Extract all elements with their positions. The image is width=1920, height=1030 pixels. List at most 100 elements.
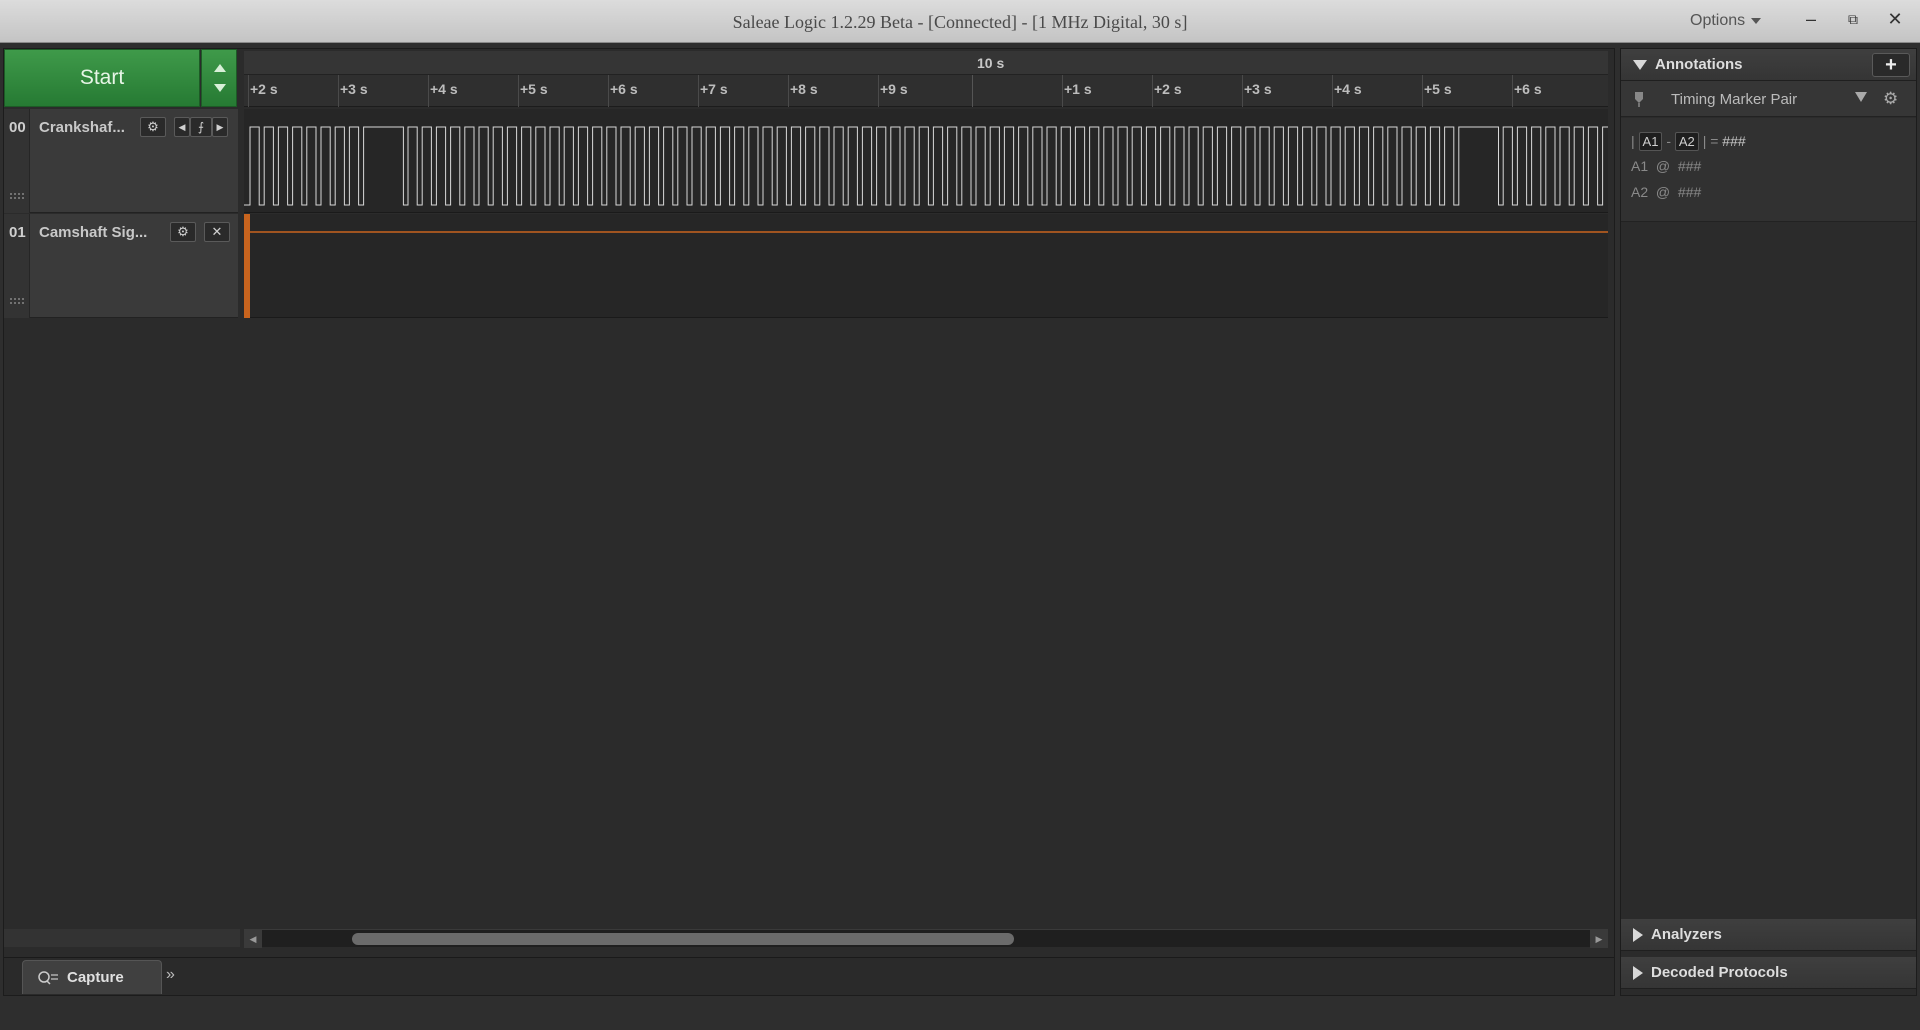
analyzers-header[interactable]: Analyzers xyxy=(1621,919,1916,951)
arrow-down-icon[interactable] xyxy=(214,84,226,92)
channel-list-footer xyxy=(4,929,240,947)
prev-edge-icon[interactable]: ◀ xyxy=(174,117,190,137)
a2-label: A2 xyxy=(1631,184,1649,200)
close-button[interactable]: ✕ xyxy=(1874,0,1916,38)
ruler-tick-label: +7 s xyxy=(700,81,728,97)
ruler-tick-label: +8 s xyxy=(790,81,818,97)
diff-value: ### xyxy=(1722,133,1746,149)
arrow-up-icon[interactable] xyxy=(214,64,226,72)
ruler-tick xyxy=(1152,75,1153,107)
waveform-crankshaft[interactable] xyxy=(244,109,1613,213)
waveform-camshaft[interactable] xyxy=(244,214,1608,318)
analyzers-title: Analyzers xyxy=(1651,926,1722,943)
ruler-tick xyxy=(1332,75,1333,107)
ruler-major-label: 10 s xyxy=(977,55,1005,71)
time-ruler[interactable]: 10 s +2 s +3 s +4 s +5 s +6 s +7 s +8 s +9 s +1 … xyxy=(244,51,1608,107)
right-sidebar: Annotations + Timing Marker Pair ⚙ | A1 … xyxy=(1620,48,1917,996)
ruler-tick-label: +6 s xyxy=(610,81,638,97)
main-panel: Start 10 s +2 s +3 s +4 s +5 s +6 s +7 s +8 s +… xyxy=(3,48,1615,996)
options-label: Options xyxy=(1690,12,1746,29)
ruler-tick-label: +3 s xyxy=(340,81,368,97)
ruler-tick xyxy=(248,75,249,107)
ruler-tick-label: +2 s xyxy=(250,81,278,97)
ruler-tick xyxy=(1062,75,1063,107)
gear-icon[interactable]: ⚙ xyxy=(140,117,166,137)
horizontal-scrollbar[interactable]: ◀ ▶ xyxy=(244,929,1608,948)
ruler-major-tick xyxy=(972,75,973,107)
annotations-header[interactable]: Annotations + xyxy=(1621,49,1916,81)
diff-dash: - xyxy=(1666,133,1671,149)
more-tabs-icon[interactable]: » xyxy=(166,966,175,984)
tab-capture[interactable]: Capture xyxy=(22,960,162,994)
expand-right-icon xyxy=(1633,927,1643,942)
a1-value: ### xyxy=(1677,158,1702,174)
close-icon[interactable]: ✕ xyxy=(204,222,230,242)
title-bar: Saleae Logic 1.2.29 Beta - [Connected] -… xyxy=(0,0,1920,43)
tab-capture-label: Capture xyxy=(67,969,124,986)
options-menu[interactable]: Options xyxy=(1690,12,1762,30)
expand-down-icon xyxy=(1633,59,1647,70)
ruler-tick-label: +4 s xyxy=(430,81,458,97)
start-button[interactable]: Start xyxy=(4,49,200,107)
ruler-major-band xyxy=(244,51,1608,75)
gear-icon[interactable]: ⚙ xyxy=(170,222,196,242)
channel-name[interactable]: Crankshaf... xyxy=(39,119,125,136)
window-title: Saleae Logic 1.2.29 Beta - [Connected] -… xyxy=(732,12,1188,32)
decoded-protocols-header[interactable]: Decoded Protocols xyxy=(1621,957,1916,989)
scroll-left-icon[interactable]: ◀ xyxy=(244,930,262,948)
decoded-protocols-title: Decoded Protocols xyxy=(1651,964,1788,981)
scroll-right-icon[interactable]: ▶ xyxy=(1590,930,1608,948)
crankshaft-waveform xyxy=(244,126,1613,206)
timing-marker-pair-row[interactable]: Timing Marker Pair ⚙ xyxy=(1621,81,1916,117)
ruler-tick-label: +3 s xyxy=(1244,81,1272,97)
ruler-tick xyxy=(1512,75,1513,107)
ruler-tick xyxy=(788,75,789,107)
pin-icon xyxy=(1635,92,1643,107)
filter-icon[interactable] xyxy=(1855,92,1867,102)
a2-value: ### xyxy=(1677,184,1702,200)
a1-chip[interactable]: A1 xyxy=(1638,132,1663,151)
scrollbar-thumb[interactable] xyxy=(352,933,1014,945)
ruler-tick xyxy=(428,75,429,107)
marker-diff-line: | A1 - A2 | = ### xyxy=(1631,132,1746,151)
channel-row-camshaft[interactable]: 01 Camshaft Sig... ⚙ ✕ xyxy=(4,214,238,318)
ruler-tick xyxy=(1242,75,1243,107)
start-options-spinner[interactable] xyxy=(201,49,237,107)
ruler-tick-label: +5 s xyxy=(1424,81,1452,97)
timing-marker-label: Timing Marker Pair xyxy=(1671,91,1798,108)
channel-name[interactable]: Camshaft Sig... xyxy=(39,224,147,241)
restore-button[interactable]: ⧉ xyxy=(1832,0,1874,38)
crankshaft-trace xyxy=(244,126,1613,206)
ruler-tick-label: +9 s xyxy=(880,81,908,97)
diff-suffix: | = xyxy=(1702,133,1719,149)
a2-chip[interactable]: A2 xyxy=(1674,132,1699,151)
ruler-tick-label: +5 s xyxy=(520,81,548,97)
annotations-title: Annotations xyxy=(1655,56,1743,73)
chevron-down-icon xyxy=(1751,17,1762,24)
ruler-tick-label: +1 s xyxy=(1064,81,1092,97)
ruler-tick-label: +6 s xyxy=(1514,81,1542,97)
ruler-tick xyxy=(338,75,339,107)
gear-icon[interactable]: ⚙ xyxy=(1883,89,1898,109)
ruler-tick-label: +2 s xyxy=(1154,81,1182,97)
ruler-tick xyxy=(878,75,879,107)
a1-label: A1 xyxy=(1631,158,1649,174)
ruler-tick-label: +4 s xyxy=(1334,81,1362,97)
camshaft-waveform xyxy=(244,214,1608,318)
ruler-tick xyxy=(608,75,609,107)
ruler-tick xyxy=(698,75,699,107)
app-window: Saleae Logic 1.2.29 Beta - [Connected] -… xyxy=(0,0,1920,1030)
diff-prefix: | xyxy=(1631,133,1635,149)
a1-line: A1 @ ### xyxy=(1631,158,1701,174)
add-annotation-button[interactable]: + xyxy=(1872,53,1910,77)
drag-handle-icon[interactable] xyxy=(9,297,25,305)
capture-search-icon xyxy=(38,970,58,985)
channel-row-crankshaft[interactable]: 00 Crankshaf... ⚙ ◀ ⨍ ▶ xyxy=(4,109,238,213)
ruler-tick xyxy=(518,75,519,107)
minimize-button[interactable]: – xyxy=(1790,0,1832,38)
annotation-details: | A1 - A2 | = ### A1 @ ### A2 @ ### xyxy=(1621,118,1916,222)
trigger-edge-icon[interactable]: ⨍ xyxy=(190,117,212,137)
bottom-tab-bar: Capture » xyxy=(4,957,1614,995)
next-edge-icon[interactable]: ▶ xyxy=(212,117,228,137)
drag-handle-icon[interactable] xyxy=(9,192,25,200)
